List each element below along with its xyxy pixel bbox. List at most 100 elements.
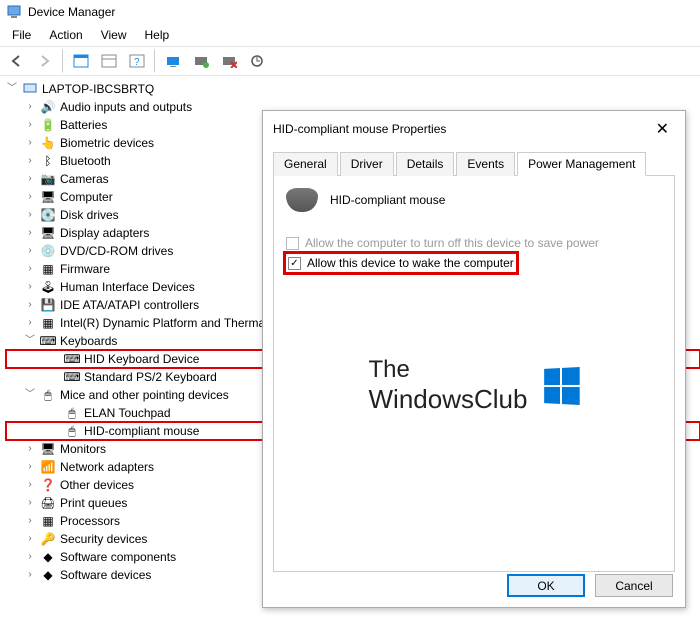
category-label: Firmware xyxy=(60,260,110,278)
checkbox-allow-turnoff: Allow the computer to turn off this devi… xyxy=(286,236,662,250)
toolbar: ? xyxy=(0,46,700,76)
ok-button[interactable]: OK xyxy=(507,574,585,597)
category-label: Monitors xyxy=(60,440,106,458)
watermark-line1: The xyxy=(369,356,528,384)
add-legacy-button[interactable] xyxy=(188,49,214,73)
properties-button[interactable] xyxy=(96,49,122,73)
category-label: Disk drives xyxy=(60,206,119,224)
caret-right-icon[interactable]: › xyxy=(24,242,36,260)
titlebar: Device Manager xyxy=(0,0,700,24)
caret-right-icon[interactable]: › xyxy=(24,530,36,548)
category-label: Software devices xyxy=(60,566,151,584)
device-category-icon: 💽 xyxy=(40,207,56,223)
category-label: Cameras xyxy=(60,170,109,188)
device-category-icon: 🔊 xyxy=(40,99,56,115)
dialog-title: HID-compliant mouse Properties xyxy=(273,122,446,136)
keyboard-icon: ⌨ xyxy=(64,369,80,385)
device-name: HID-compliant mouse xyxy=(330,193,445,207)
scan-hardware-button[interactable] xyxy=(160,49,186,73)
tab-details[interactable]: Details xyxy=(396,152,455,176)
tab-general[interactable]: General xyxy=(273,152,338,176)
tree-root[interactable]: ﹀ LAPTOP-IBCSBRTQ xyxy=(6,80,700,98)
properties-dialog: HID-compliant mouse Properties ✕ General… xyxy=(262,110,686,608)
caret-right-icon[interactable]: › xyxy=(24,260,36,278)
caret-right-icon[interactable]: › xyxy=(24,278,36,296)
device-category-icon: 👆 xyxy=(40,135,56,151)
caret-right-icon[interactable]: › xyxy=(24,224,36,242)
tab-events[interactable]: Events xyxy=(456,152,515,176)
menu-help[interactable]: Help xyxy=(137,26,178,44)
caret-right-icon[interactable]: › xyxy=(24,566,36,584)
dialog-buttons: OK Cancel xyxy=(507,574,673,597)
computer-icon xyxy=(22,81,38,97)
device-category-icon: ◆ xyxy=(40,567,56,583)
checkbox-label: Allow the computer to turn off this devi… xyxy=(305,236,599,250)
category-label: Biometric devices xyxy=(60,134,154,152)
caret-right-icon[interactable]: › xyxy=(24,314,36,332)
highlight-wake-option: ✓ Allow this device to wake the computer xyxy=(286,254,516,272)
menu-action[interactable]: Action xyxy=(41,26,90,44)
caret-down-icon[interactable]: ﹀ xyxy=(24,332,36,350)
caret-right-icon[interactable]: › xyxy=(24,170,36,188)
device-category-icon: 🖥 xyxy=(40,189,56,205)
device-category-icon: 🖥 xyxy=(40,441,56,457)
app-icon xyxy=(6,4,22,20)
device-label: HID Keyboard Device xyxy=(84,350,199,368)
device-category-icon: 💿 xyxy=(40,243,56,259)
category-label: IDE ATA/ATAPI controllers xyxy=(60,296,199,314)
caret-right-icon[interactable]: › xyxy=(24,476,36,494)
svg-text:?: ? xyxy=(134,57,140,68)
show-hidden-button[interactable] xyxy=(68,49,94,73)
caret-down-icon[interactable]: ﹀ xyxy=(6,80,18,98)
device-label: Standard PS/2 Keyboard xyxy=(84,368,217,386)
caret-down-icon[interactable]: ﹀ xyxy=(24,386,36,404)
device-category-icon: 📷 xyxy=(40,171,56,187)
watermark: The WindowsClub xyxy=(274,356,674,415)
windows-flag-icon xyxy=(545,367,581,405)
caret-right-icon[interactable]: › xyxy=(24,134,36,152)
close-button[interactable]: ✕ xyxy=(650,119,675,139)
menu-file[interactable]: File xyxy=(4,26,39,44)
tab-power-management[interactable]: Power Management xyxy=(517,152,646,176)
device-category-icon: 🔋 xyxy=(40,117,56,133)
forward-button[interactable] xyxy=(32,49,58,73)
toolbar-separator xyxy=(154,49,156,73)
checkbox-allow-wake[interactable]: ✓ Allow this device to wake the computer xyxy=(288,256,514,270)
caret-right-icon[interactable]: › xyxy=(24,206,36,224)
help-button[interactable]: ? xyxy=(124,49,150,73)
cancel-button[interactable]: Cancel xyxy=(595,574,673,597)
device-category-icon: 🖱 xyxy=(40,387,56,403)
back-button[interactable] xyxy=(4,49,30,73)
mouse-icon xyxy=(286,188,318,212)
keyboard-icon: ⌨ xyxy=(64,351,80,367)
category-label: Batteries xyxy=(60,116,107,134)
device-category-icon: 🕹 xyxy=(40,279,56,295)
caret-right-icon[interactable]: › xyxy=(24,512,36,530)
tab-driver[interactable]: Driver xyxy=(340,152,394,176)
caret-right-icon[interactable]: › xyxy=(24,440,36,458)
category-label: Bluetooth xyxy=(60,152,111,170)
menubar: File Action View Help xyxy=(0,24,700,46)
menu-view[interactable]: View xyxy=(93,26,135,44)
uninstall-button[interactable] xyxy=(216,49,242,73)
category-label: Mice and other pointing devices xyxy=(60,386,229,404)
checkbox-label: Allow this device to wake the computer xyxy=(307,256,514,270)
caret-right-icon[interactable]: › xyxy=(24,458,36,476)
device-label: ELAN Touchpad xyxy=(84,404,171,422)
caret-right-icon[interactable]: › xyxy=(24,296,36,314)
caret-right-icon[interactable]: › xyxy=(24,116,36,134)
caret-right-icon[interactable]: › xyxy=(24,152,36,170)
device-category-icon: 💾 xyxy=(40,297,56,313)
tab-panel-power: HID-compliant mouse Allow the computer t… xyxy=(273,176,675,572)
device-category-icon: ◆ xyxy=(40,549,56,565)
caret-right-icon[interactable]: › xyxy=(24,494,36,512)
caret-right-icon[interactable]: › xyxy=(24,98,36,116)
update-driver-button[interactable] xyxy=(244,49,270,73)
caret-right-icon[interactable]: › xyxy=(24,548,36,566)
toolbar-separator xyxy=(62,49,64,73)
dialog-titlebar: HID-compliant mouse Properties ✕ xyxy=(263,111,685,147)
watermark-text: The WindowsClub xyxy=(369,356,528,415)
checkbox-checked-icon: ✓ xyxy=(288,257,301,270)
caret-right-icon[interactable]: › xyxy=(24,188,36,206)
app-title: Device Manager xyxy=(28,5,115,19)
